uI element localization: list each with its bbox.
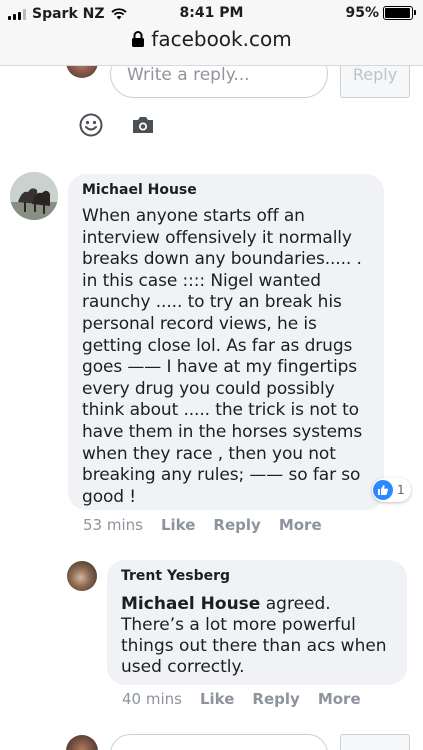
battery-percent: 95% <box>345 5 379 21</box>
comment-time: 53 mins <box>83 516 143 534</box>
comment-text: When anyone starts off an interview offe… <box>82 206 363 507</box>
reply-text: Michael House agreed. There’s a lot more… <box>121 594 393 678</box>
more-link[interactable]: More <box>318 690 361 708</box>
avatar[interactable] <box>67 561 97 591</box>
browser-top-bar: Spark NZ 8:41 PM 95% facebook.com <box>0 0 423 66</box>
like-reaction-icon <box>373 480 393 500</box>
reply-composer: Write a reply... Reply <box>0 46 423 146</box>
battery-status: 95% <box>345 5 416 21</box>
more-link[interactable]: More <box>279 516 322 534</box>
reply-actions: 40 mins Like Reply More <box>122 690 379 708</box>
reply-link[interactable]: Reply <box>213 516 260 534</box>
comment-author[interactable]: Michael House <box>82 182 370 198</box>
camera-icon[interactable] <box>131 115 155 135</box>
comment-actions: 53 mins Like Reply More <box>83 516 340 534</box>
reply-author[interactable]: Trent Yesberg <box>121 568 393 584</box>
reply-input[interactable] <box>110 734 328 750</box>
avatar[interactable] <box>10 172 58 220</box>
mention-link[interactable]: Michael House <box>121 594 260 614</box>
avatar <box>66 735 98 750</box>
url-text: facebook.com <box>151 27 292 51</box>
url-bar[interactable]: facebook.com <box>0 27 423 51</box>
smiley-icon[interactable] <box>79 113 103 137</box>
reaction-badge[interactable]: 1 <box>372 478 411 502</box>
battery-icon <box>383 6 416 20</box>
comment-bubble: Michael House When anyone starts off an … <box>68 174 384 510</box>
reply-button[interactable] <box>340 734 410 750</box>
like-button[interactable]: Like <box>200 690 234 708</box>
lock-icon <box>132 31 145 47</box>
like-button[interactable]: Like <box>161 516 195 534</box>
reply-bubble: Trent Yesberg Michael House agreed. Ther… <box>107 560 407 685</box>
battery-fill <box>385 8 410 18</box>
reply-time: 40 mins <box>122 690 182 708</box>
reaction-count: 1 <box>397 483 405 497</box>
reply-link[interactable]: Reply <box>252 690 299 708</box>
